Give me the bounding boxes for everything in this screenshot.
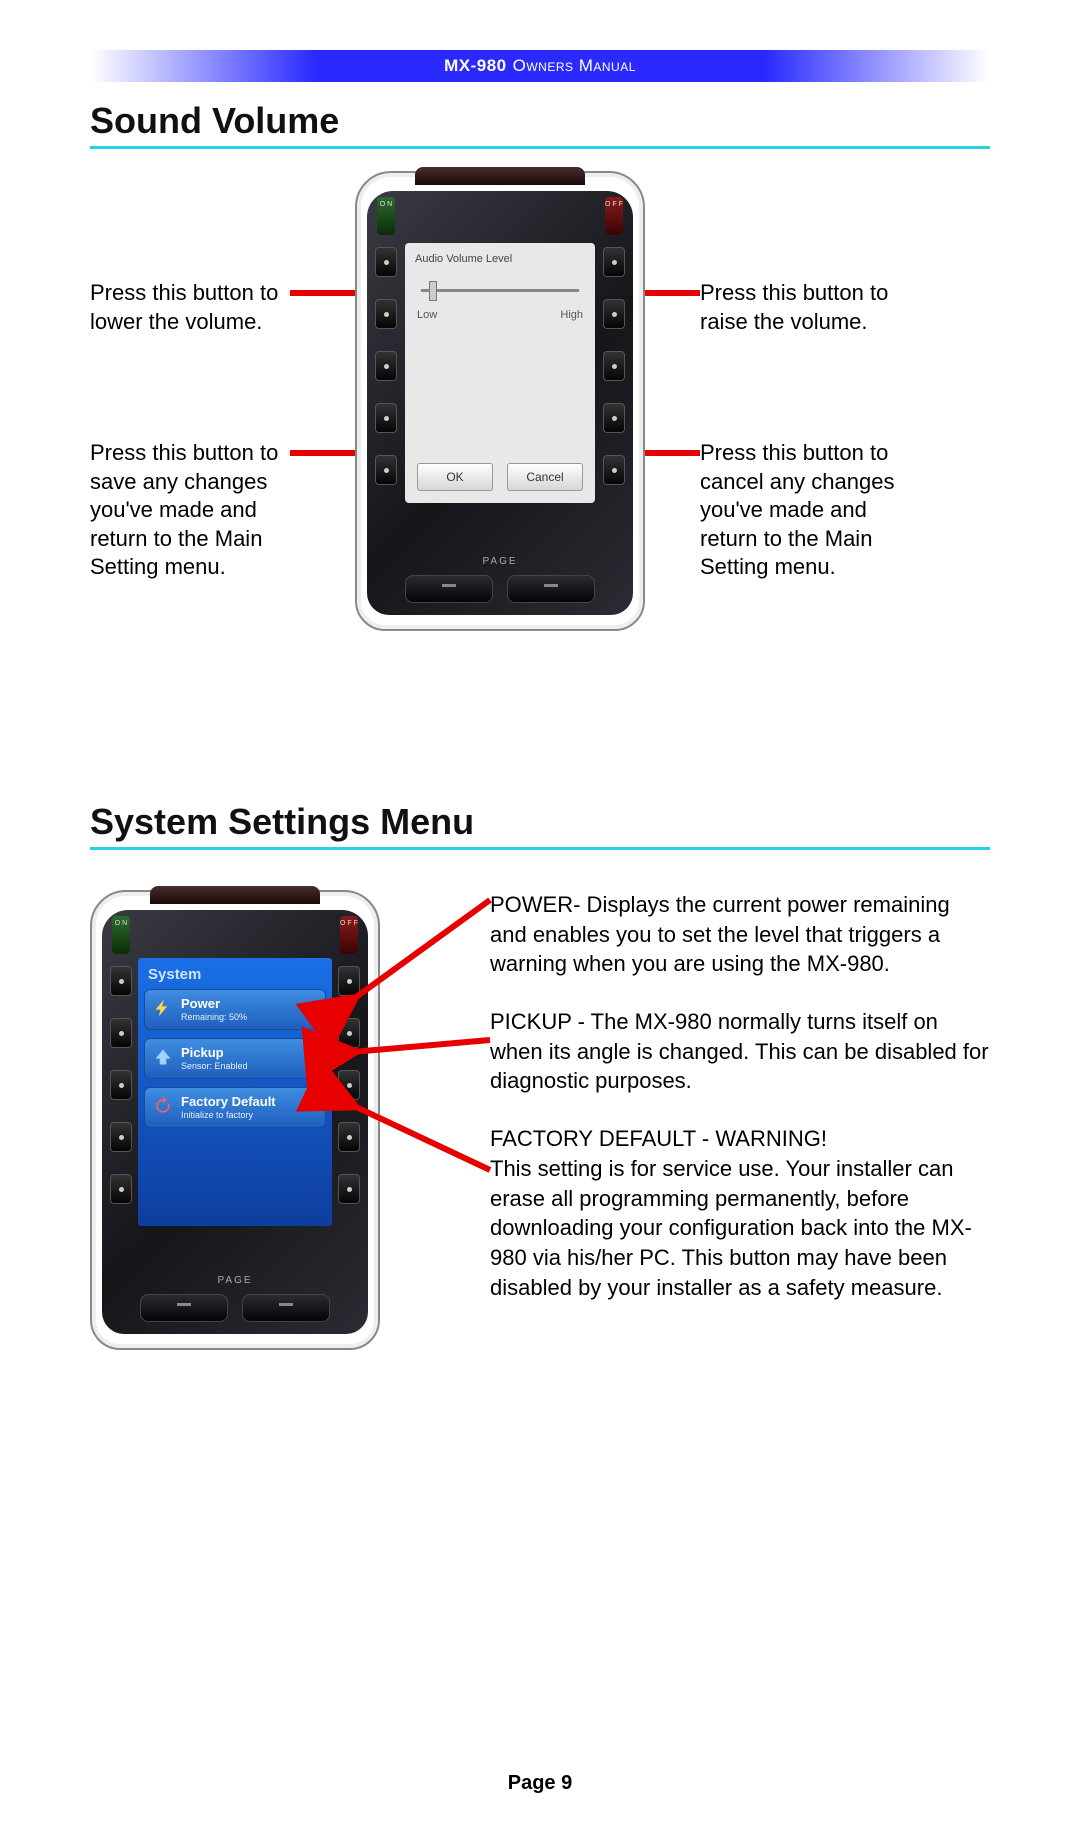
side-button[interactable] bbox=[110, 966, 132, 996]
system-menu-header: System bbox=[144, 964, 326, 989]
system-item-title: Power bbox=[181, 997, 317, 1010]
side-button[interactable] bbox=[375, 455, 397, 485]
product-name: MX-980 bbox=[444, 56, 507, 76]
section-title-sound-volume: Sound Volume bbox=[90, 100, 990, 149]
system-item-subtitle: Sensor: Enabled bbox=[181, 1061, 317, 1071]
section-title-system-settings: System Settings Menu bbox=[90, 801, 990, 850]
page-left-button[interactable] bbox=[140, 1294, 228, 1322]
system-menu-screen: System Power Remaining: 50% Pickup Senso… bbox=[138, 958, 332, 1226]
power-on-toggle[interactable]: O N bbox=[377, 197, 395, 235]
remote-system-menu: O N O F F System bbox=[90, 890, 380, 1350]
system-item-subtitle: Remaining: 50% bbox=[181, 1012, 317, 1022]
header-banner: MX-980 Owners Manual bbox=[90, 50, 990, 82]
side-button[interactable] bbox=[110, 1174, 132, 1204]
system-settings-figure: O N O F F System bbox=[90, 890, 990, 1650]
side-button[interactable] bbox=[603, 247, 625, 277]
up-arrow-icon bbox=[153, 1047, 173, 1067]
side-button[interactable] bbox=[375, 299, 397, 329]
power-on-toggle[interactable]: O N bbox=[112, 916, 130, 954]
side-button[interactable] bbox=[603, 299, 625, 329]
sound-volume-figure: Press this button to lower the vol­ume. … bbox=[90, 171, 990, 731]
side-button[interactable] bbox=[110, 1018, 132, 1048]
system-item-power[interactable]: Power Remaining: 50% bbox=[144, 989, 326, 1030]
slider-labels: Low High bbox=[415, 309, 585, 321]
volume-dialog-title: Audio Volume Level bbox=[415, 253, 585, 265]
page-right-button[interactable] bbox=[242, 1294, 330, 1322]
bolt-icon bbox=[153, 998, 173, 1018]
remote-face: O N O F F Audio V bbox=[367, 191, 633, 615]
callout-lower-volume: Press this button to lower the vol­ume. bbox=[90, 279, 295, 336]
side-button[interactable] bbox=[375, 247, 397, 277]
power-off-toggle[interactable]: O F F bbox=[605, 197, 623, 235]
slider-high-label: High bbox=[560, 309, 583, 321]
right-button-column bbox=[603, 247, 625, 485]
factory-description: FACTORY DEFAULT - WARNING! This setting … bbox=[490, 1124, 990, 1302]
side-button[interactable] bbox=[603, 403, 625, 433]
side-button[interactable] bbox=[375, 351, 397, 381]
system-item-title: Pickup bbox=[181, 1046, 317, 1059]
left-button-column bbox=[375, 247, 397, 485]
side-button[interactable] bbox=[375, 403, 397, 433]
doc-title: Owners Manual bbox=[513, 56, 636, 76]
system-descriptions: POWER- Displays the current power remain… bbox=[490, 890, 990, 1330]
page-rocker-label: PAGE bbox=[102, 1275, 368, 1286]
system-item-pickup[interactable]: Pickup Sensor: Enabled bbox=[144, 1038, 326, 1079]
side-button[interactable] bbox=[603, 455, 625, 485]
reset-icon bbox=[153, 1096, 173, 1116]
side-button[interactable] bbox=[110, 1122, 132, 1152]
slider-track bbox=[421, 289, 579, 292]
callout-raise-volume: Press this button to raise the vol­ume. bbox=[700, 279, 905, 336]
factory-warning-body: This setting is for service use. Your in… bbox=[490, 1156, 972, 1300]
callout-save: Press this button to save any changes yo… bbox=[90, 439, 295, 582]
page-number: Page 9 bbox=[0, 1772, 1080, 1795]
system-item-factory-default[interactable]: Factory Default Initialize to factory bbox=[144, 1087, 326, 1128]
system-item-title: Factory Default bbox=[181, 1095, 317, 1108]
remote-grip bbox=[150, 886, 320, 904]
factory-warning-lead: FACTORY DEFAULT - WARNING! bbox=[490, 1126, 827, 1151]
pickup-description: PICKUP - The MX-980 normally turns itsel… bbox=[490, 1007, 990, 1096]
page-right-button[interactable] bbox=[507, 575, 595, 603]
power-description: POWER- Displays the current power remain… bbox=[490, 890, 990, 979]
side-button[interactable] bbox=[110, 1070, 132, 1100]
cancel-button[interactable]: Cancel bbox=[507, 463, 583, 491]
callout-cancel: Press this button to cancel any changes … bbox=[700, 439, 905, 582]
slider-low-label: Low bbox=[417, 309, 437, 321]
side-button[interactable] bbox=[603, 351, 625, 381]
volume-slider[interactable] bbox=[421, 279, 579, 303]
remote-grip bbox=[415, 167, 585, 185]
system-callout-arrows bbox=[340, 890, 500, 1230]
ok-button[interactable]: OK bbox=[417, 463, 493, 491]
remote-face: O N O F F System bbox=[102, 910, 368, 1334]
left-button-column bbox=[110, 966, 132, 1204]
slider-thumb[interactable] bbox=[429, 281, 437, 301]
remote-sound-volume: O N O F F Audio V bbox=[355, 171, 645, 631]
page-left-button[interactable] bbox=[405, 575, 493, 603]
system-item-subtitle: Initialize to factory bbox=[181, 1110, 317, 1120]
page-rocker-label: PAGE bbox=[367, 556, 633, 567]
volume-dialog: Audio Volume Level Low High OK Cancel bbox=[405, 243, 595, 503]
